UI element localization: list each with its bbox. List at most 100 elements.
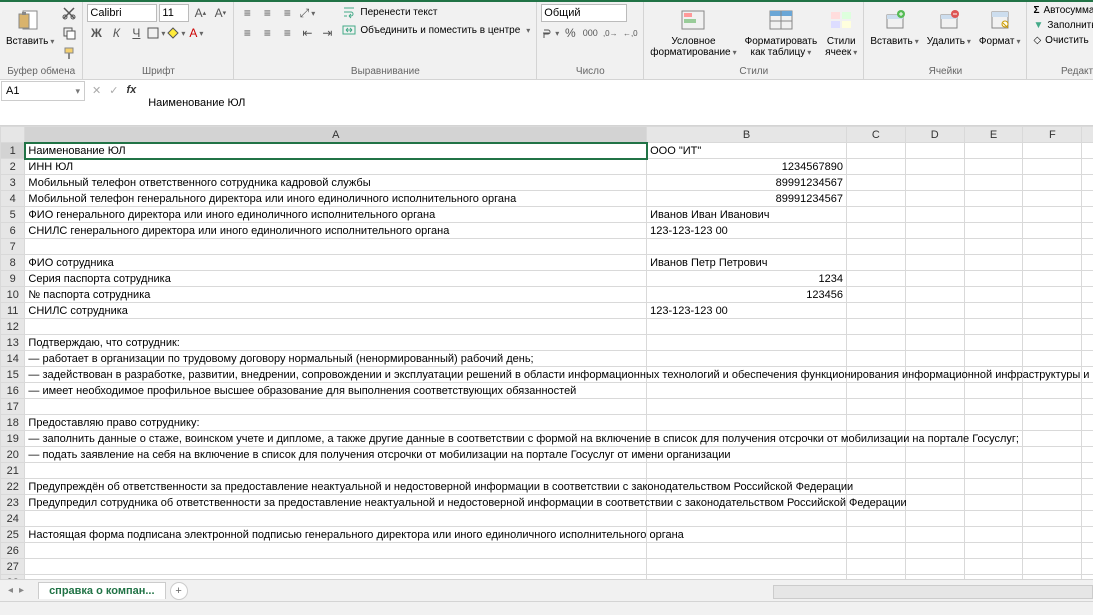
cell-C14[interactable] bbox=[846, 351, 905, 367]
cell-B24[interactable] bbox=[647, 511, 847, 527]
cell-G22[interactable] bbox=[1082, 479, 1093, 495]
cell-F19[interactable] bbox=[1023, 431, 1082, 447]
cell-A1[interactable]: Наименование ЮЛ bbox=[25, 143, 647, 159]
row-header-6[interactable]: 6 bbox=[1, 223, 25, 239]
cell-G19[interactable] bbox=[1082, 431, 1093, 447]
cell-F14[interactable] bbox=[1023, 351, 1082, 367]
cell-E24[interactable] bbox=[964, 511, 1023, 527]
cell-A3[interactable]: Мобильный телефон ответственного сотрудн… bbox=[25, 175, 647, 191]
add-sheet-button[interactable]: + bbox=[170, 582, 188, 600]
cell-D6[interactable] bbox=[905, 223, 964, 239]
cell-D18[interactable] bbox=[905, 415, 964, 431]
row-header-15[interactable]: 15 bbox=[1, 367, 25, 383]
cell-E17[interactable] bbox=[964, 399, 1023, 415]
cell-D21[interactable] bbox=[905, 463, 964, 479]
cell-E8[interactable] bbox=[964, 255, 1023, 271]
cell-A25[interactable]: Настоящая форма подписана электронной по… bbox=[25, 527, 647, 543]
cell-A26[interactable] bbox=[25, 543, 647, 559]
cell-E4[interactable] bbox=[964, 191, 1023, 207]
cell-styles-button[interactable]: Стили ячеек bbox=[823, 4, 859, 60]
fill-button[interactable]: ▼Заполнить bbox=[1031, 19, 1093, 32]
row-header-4[interactable]: 4 bbox=[1, 191, 25, 207]
cell-B11[interactable]: 123-123-123 00 bbox=[647, 303, 847, 319]
cell-C6[interactable] bbox=[846, 223, 905, 239]
cell-B8[interactable]: Иванов Петр Петрович bbox=[647, 255, 847, 271]
cell-F4[interactable] bbox=[1023, 191, 1082, 207]
cell-G16[interactable] bbox=[1082, 383, 1093, 399]
cell-E26[interactable] bbox=[964, 543, 1023, 559]
cell-A11[interactable]: СНИЛС сотрудника bbox=[25, 303, 647, 319]
merge-center-button[interactable]: Объединить и поместить в центре bbox=[340, 22, 532, 38]
decrease-font-button[interactable]: A▾ bbox=[211, 4, 229, 22]
cell-G12[interactable] bbox=[1082, 319, 1093, 335]
cell-C4[interactable] bbox=[846, 191, 905, 207]
format-painter-button[interactable] bbox=[60, 44, 78, 62]
cell-G6[interactable] bbox=[1082, 223, 1093, 239]
tab-prev-icon[interactable]: ▸ bbox=[19, 585, 24, 596]
cell-F2[interactable] bbox=[1023, 159, 1082, 175]
cell-C3[interactable] bbox=[846, 175, 905, 191]
cell-D2[interactable] bbox=[905, 159, 964, 175]
cell-G21[interactable] bbox=[1082, 463, 1093, 479]
cell-A27[interactable] bbox=[25, 559, 647, 575]
cell-B13[interactable] bbox=[647, 335, 847, 351]
cell-G3[interactable] bbox=[1082, 175, 1093, 191]
cell-F23[interactable] bbox=[1023, 495, 1082, 511]
formula-input[interactable] bbox=[142, 80, 1093, 125]
sheet-tab-active[interactable]: справка о компан... bbox=[38, 582, 165, 599]
row-header-10[interactable]: 10 bbox=[1, 287, 25, 303]
cancel-formula-icon[interactable]: ✕ bbox=[92, 84, 101, 97]
cell-B10[interactable]: 123456 bbox=[647, 287, 847, 303]
cell-D7[interactable] bbox=[905, 239, 964, 255]
format-as-table-button[interactable]: Форматировать как таблицу bbox=[743, 4, 820, 60]
cell-G4[interactable] bbox=[1082, 191, 1093, 207]
cell-A20[interactable]: — подать заявление на себя на включение … bbox=[25, 447, 647, 463]
row-header-24[interactable]: 24 bbox=[1, 511, 25, 527]
cell-C7[interactable] bbox=[846, 239, 905, 255]
cell-G25[interactable] bbox=[1082, 527, 1093, 543]
cell-G24[interactable] bbox=[1082, 511, 1093, 527]
increase-indent-button[interactable]: ⇥ bbox=[318, 24, 336, 42]
row-header-17[interactable]: 17 bbox=[1, 399, 25, 415]
column-header-C[interactable]: C bbox=[846, 127, 905, 143]
cell-D14[interactable] bbox=[905, 351, 964, 367]
column-header-B[interactable]: B bbox=[647, 127, 847, 143]
cell-C13[interactable] bbox=[846, 335, 905, 351]
paste-button[interactable]: Вставить bbox=[4, 4, 56, 49]
cell-B3[interactable]: 89991234567 bbox=[647, 175, 847, 191]
copy-button[interactable] bbox=[60, 24, 78, 42]
name-box[interactable]: A1▾ bbox=[1, 81, 85, 101]
cell-A18[interactable]: Предоставляю право сотруднику: bbox=[25, 415, 647, 431]
row-header-2[interactable]: 2 bbox=[1, 159, 25, 175]
cell-D3[interactable] bbox=[905, 175, 964, 191]
cell-E16[interactable] bbox=[964, 383, 1023, 399]
cell-F25[interactable] bbox=[1023, 527, 1082, 543]
decrease-decimal-button[interactable]: ←,0 bbox=[621, 24, 639, 42]
cell-D17[interactable] bbox=[905, 399, 964, 415]
increase-decimal-button[interactable]: ,0→ bbox=[601, 24, 619, 42]
cell-A17[interactable] bbox=[25, 399, 647, 415]
row-header-27[interactable]: 27 bbox=[1, 559, 25, 575]
column-header-F[interactable]: F bbox=[1023, 127, 1082, 143]
cell-A9[interactable]: Серия паспорта сотрудника bbox=[25, 271, 647, 287]
cell-E25[interactable] bbox=[964, 527, 1023, 543]
row-header-14[interactable]: 14 bbox=[1, 351, 25, 367]
cell-B2[interactable]: 1234567890 bbox=[647, 159, 847, 175]
cell-G13[interactable] bbox=[1082, 335, 1093, 351]
row-header-26[interactable]: 26 bbox=[1, 543, 25, 559]
cell-E12[interactable] bbox=[964, 319, 1023, 335]
cell-D25[interactable] bbox=[905, 527, 964, 543]
cell-A22[interactable]: Предупреждён об ответственности за предо… bbox=[25, 479, 647, 495]
cell-D26[interactable] bbox=[905, 543, 964, 559]
cell-F9[interactable] bbox=[1023, 271, 1082, 287]
cell-C8[interactable] bbox=[846, 255, 905, 271]
cell-F22[interactable] bbox=[1023, 479, 1082, 495]
cell-A7[interactable] bbox=[25, 239, 647, 255]
cell-G9[interactable] bbox=[1082, 271, 1093, 287]
cell-D12[interactable] bbox=[905, 319, 964, 335]
row-header-21[interactable]: 21 bbox=[1, 463, 25, 479]
cell-E10[interactable] bbox=[964, 287, 1023, 303]
cut-button[interactable] bbox=[60, 4, 78, 22]
cell-F26[interactable] bbox=[1023, 543, 1082, 559]
wrap-text-button[interactable]: Перенести текст bbox=[340, 4, 532, 20]
